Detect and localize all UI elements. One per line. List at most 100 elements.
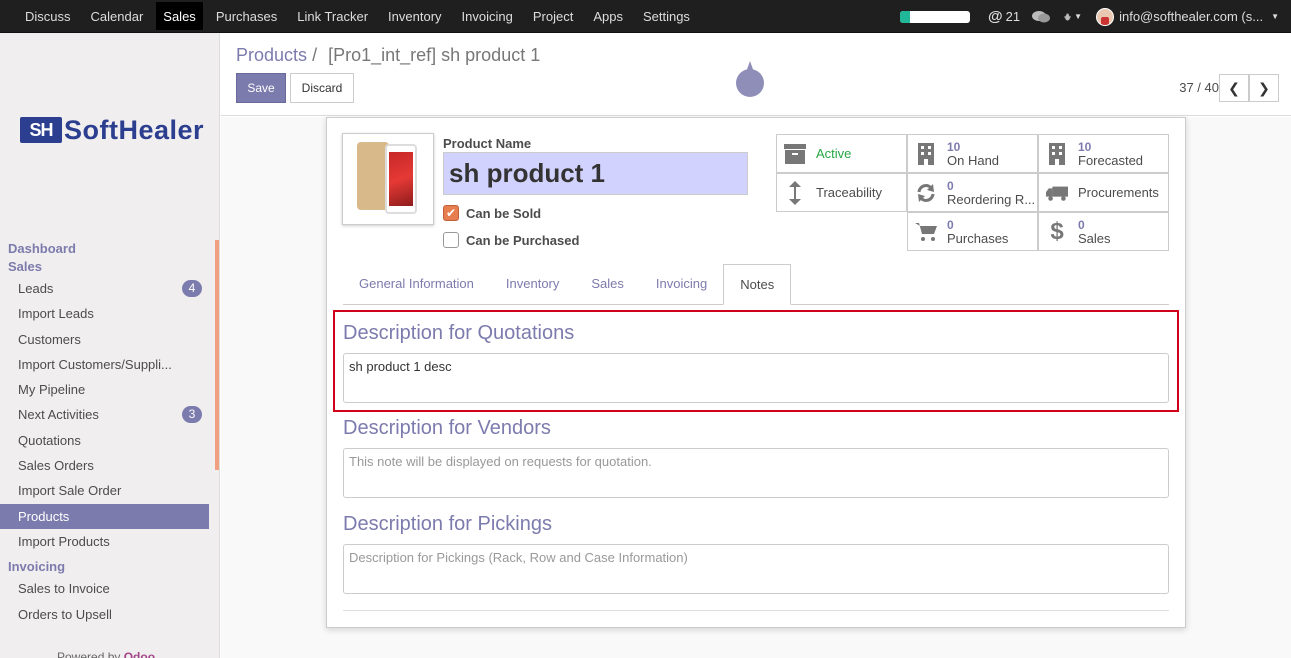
sidebar-item-import-sale-order[interactable]: Import Sale Order — [0, 478, 209, 503]
mentions-count: 21 — [1005, 9, 1021, 24]
desc-vendors-textarea[interactable]: This note will be displayed on requests … — [343, 448, 1169, 498]
menu-link-tracker[interactable]: Link Tracker — [287, 0, 378, 32]
menu-purchases[interactable]: Purchases — [206, 0, 287, 32]
progress-bar[interactable] — [899, 10, 970, 23]
menu-inventory[interactable]: Inventory — [378, 0, 451, 32]
sales-button[interactable]: $ 0 Sales — [1038, 212, 1169, 251]
pager-previous-button[interactable]: ❮ — [1219, 74, 1249, 102]
notebook-tabs: General Information Inventory Sales Invo… — [343, 264, 1169, 305]
can-be-purchased-checkbox[interactable] — [443, 232, 459, 248]
vertical-arrows-icon — [784, 180, 806, 205]
phone-screen — [389, 152, 413, 206]
pager-next-button[interactable]: ❯ — [1249, 74, 1279, 102]
tab-inventory[interactable]: Inventory — [490, 264, 575, 304]
can-be-sold-label: Can be Sold — [466, 205, 542, 221]
sidebar-item-leads[interactable]: Leads 4 — [0, 276, 209, 301]
tab-general-information[interactable]: General Information — [343, 264, 490, 304]
tab-invoicing[interactable]: Invoicing — [640, 264, 723, 304]
sidebar-item-import-products[interactable]: Import Products — [0, 529, 209, 554]
menu-apps[interactable]: Apps — [583, 0, 633, 32]
debug-bug-icon[interactable]: ▼ — [1064, 10, 1082, 24]
powered-by: Powered by Odoo — [57, 650, 155, 658]
purchases-button[interactable]: 0 Purchases — [907, 212, 1038, 251]
mentions-button[interactable]: @ 21 — [988, 8, 1020, 25]
sidebar-item-label: Next Activities — [18, 407, 99, 423]
sidebar-item-label: Leads — [18, 281, 54, 296]
shopping-cart-icon — [915, 221, 937, 243]
logo-text: SoftHealer — [64, 114, 205, 145]
chevron-down-icon: ▼ — [1271, 12, 1279, 21]
check-icon: ✔ — [445, 206, 457, 220]
smart-buttons: Active 10 On Hand 10 Forecasted Traceabili… — [776, 134, 1171, 252]
logo-mark: SH — [20, 117, 62, 143]
sidebar-item-products[interactable]: Products — [0, 503, 209, 529]
menu-settings[interactable]: Settings — [633, 0, 700, 32]
phone-front-image — [385, 144, 417, 214]
breadcrumb-current: [Pro1_int_ref] sh product 1 — [328, 45, 541, 65]
menu-discuss[interactable]: Discuss — [15, 0, 81, 32]
breadcrumb-separator: / — [312, 45, 318, 65]
menu-calendar[interactable]: Calendar — [81, 0, 154, 32]
sidebar-item-quotations[interactable]: Quotations — [0, 428, 209, 453]
traceability-label: Traceability — [816, 185, 882, 200]
user-email: info@softhealer.com (s... — [1119, 9, 1264, 24]
menu-sales[interactable]: Sales — [156, 2, 203, 30]
sidebar-item-sales-orders[interactable]: Sales Orders — [0, 453, 209, 478]
sidebar-section-dashboard[interactable]: Dashboard — [0, 240, 209, 258]
tab-notes[interactable]: Notes — [723, 264, 792, 305]
reordering-rules-button[interactable]: 0 Reordering R... — [907, 173, 1038, 212]
menu-project[interactable]: Project — [523, 0, 583, 32]
purchases-label: Purchases — [947, 230, 1009, 246]
can-be-purchased-row[interactable]: Can be Purchased — [443, 232, 579, 248]
traceability-button[interactable]: Traceability — [776, 173, 907, 212]
user-menu[interactable]: info@softhealer.com (s... ▼ — [1096, 7, 1279, 26]
desc-vendors-title: Description for Vendors — [343, 417, 551, 439]
sidebar-item-import-leads[interactable]: Import Leads — [0, 301, 209, 326]
purchases-count: 0 — [947, 217, 954, 232]
sidebar-menu: Dashboard Sales Leads 4 Import Leads Cust… — [0, 240, 209, 627]
forecasted-button[interactable]: 10 Forecasted — [1038, 134, 1169, 173]
can-be-purchased-label: Can be Purchased — [466, 232, 580, 248]
dollar-icon: $ — [1050, 217, 1064, 245]
active-label: Active — [816, 146, 852, 161]
discard-button[interactable]: Discard — [290, 73, 354, 103]
sidebar-section-sales: Sales — [8, 259, 42, 274]
active-toggle-button[interactable]: Active — [776, 134, 907, 173]
sidebar-item-import-customers[interactable]: Import Customers/Suppli... — [0, 352, 209, 377]
sidebar-item-next-activities[interactable]: Next Activities 3 — [0, 402, 209, 427]
on-hand-count: 10 — [947, 139, 961, 154]
sidebar-scrollbar[interactable] — [215, 240, 219, 470]
refresh-icon — [915, 182, 937, 204]
tab-sales[interactable]: Sales — [575, 264, 640, 304]
desc-pickings-textarea[interactable]: Description for Pickings (Rack, Row and … — [343, 544, 1169, 594]
sidebar-item-orders-to-upsell[interactable]: Orders to Upsell — [0, 602, 209, 627]
product-name-input[interactable]: sh product 1 — [443, 152, 748, 195]
product-image[interactable] — [342, 133, 434, 225]
on-hand-button[interactable]: 10 On Hand — [907, 134, 1038, 173]
pager-value[interactable]: 37 / 40 — [1179, 80, 1219, 95]
forecasted-label: Forecasted — [1078, 152, 1144, 168]
sidebar-item-customers[interactable]: Customers — [0, 327, 209, 352]
sidebar-item-my-pipeline[interactable]: My Pipeline — [0, 377, 209, 402]
building-icon — [1046, 142, 1068, 165]
desc-pickings-title: Description for Pickings — [343, 513, 552, 535]
powered-by-text: Powered by — [57, 650, 121, 658]
procurements-button[interactable]: Procurements — [1038, 173, 1169, 212]
can-be-sold-row[interactable]: ✔ Can be Sold — [443, 205, 541, 221]
can-be-sold-checkbox[interactable]: ✔ — [443, 205, 459, 221]
truck-icon — [1046, 182, 1068, 204]
form-sheet: Product Name sh product 1 ✔ Can be Sold … — [326, 117, 1186, 628]
avatar — [1096, 7, 1115, 26]
sidebar-item-sales-to-invoice[interactable]: Sales to Invoice — [0, 576, 209, 601]
on-hand-label: On Hand — [947, 152, 1000, 168]
desc-quotations-textarea[interactable]: sh product 1 desc — [343, 353, 1169, 403]
save-button[interactable]: Save — [236, 73, 286, 103]
top-navbar: Discuss Calendar Sales Purchases Link Tr… — [0, 0, 1291, 33]
odoo-link[interactable]: Odoo — [124, 650, 155, 658]
breadcrumb-products-link[interactable]: Products — [236, 45, 307, 65]
drag-indicator-icon — [736, 69, 764, 97]
chat-icon[interactable] — [1032, 10, 1051, 24]
reordering-label: Reordering R... — [947, 191, 1036, 207]
divider — [343, 610, 1169, 611]
menu-invoicing[interactable]: Invoicing — [452, 0, 523, 32]
